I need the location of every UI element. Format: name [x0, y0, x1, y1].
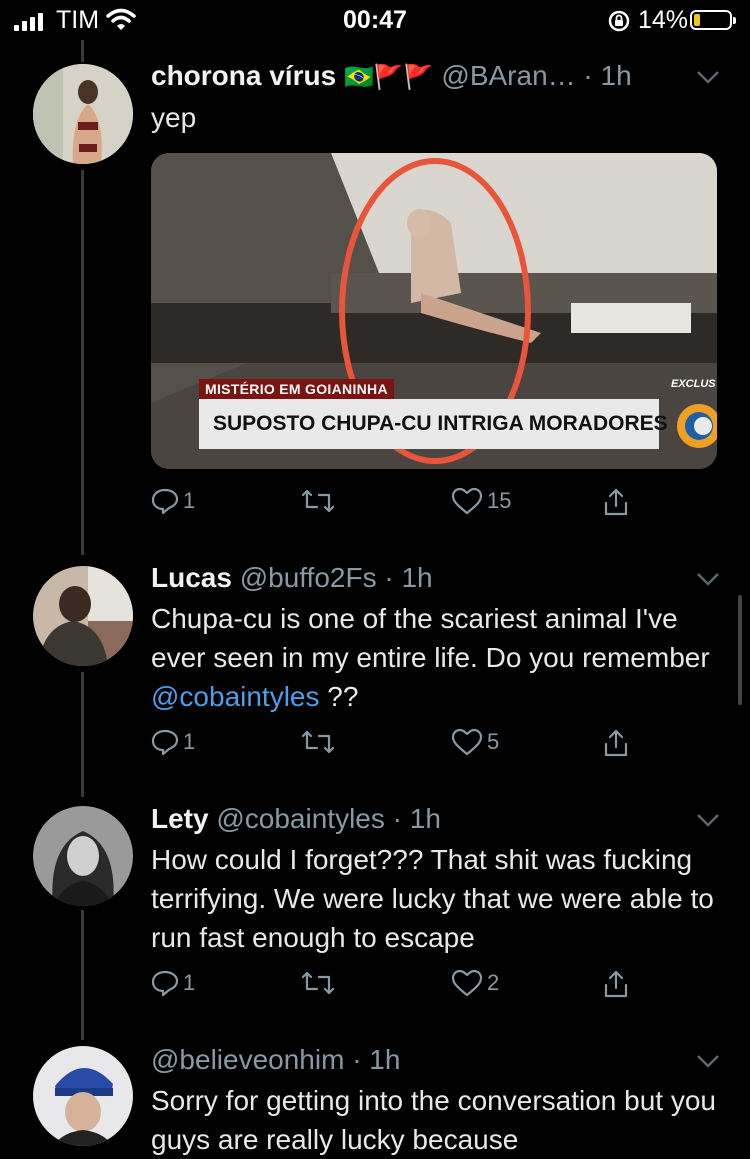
handle[interactable]: @cobaintyles	[216, 803, 385, 834]
reply-count: 1	[183, 970, 196, 995]
thread-line	[81, 170, 84, 555]
retweet-icon	[301, 489, 335, 513]
battery-percentage: 14%	[638, 6, 689, 34]
news-logo-icon	[677, 404, 717, 448]
like-icon	[451, 487, 483, 515]
share-button[interactable]	[601, 728, 631, 758]
share-button[interactable]	[601, 487, 631, 517]
like-button[interactable]: 5	[451, 728, 499, 756]
orientation-lock-icon	[608, 10, 630, 32]
thread-line	[81, 40, 84, 62]
news-headline: SUPOSTO CHUPA-CU INTRIGA MORADORES	[199, 399, 668, 449]
reply-button[interactable]: 1	[151, 728, 195, 756]
like-icon	[451, 969, 483, 997]
thread-line	[81, 910, 84, 1040]
tweet-text: Sorry for getting into the conversation …	[151, 1085, 716, 1155]
like-button[interactable]: 15	[451, 487, 511, 515]
retweet-button[interactable]	[301, 728, 335, 756]
tweet-text: Chupa-cu is one of the scariest animal I…	[151, 599, 726, 716]
reply-icon	[151, 970, 179, 997]
reply-button[interactable]: 1	[151, 487, 195, 515]
timestamp: · 1h	[352, 1044, 401, 1075]
retweet-button[interactable]	[301, 969, 335, 997]
share-icon	[604, 729, 628, 757]
text-segment: Chupa-cu is one of the scariest animal I…	[151, 603, 710, 673]
retweet-button[interactable]	[301, 487, 335, 515]
share-icon	[604, 488, 628, 516]
timestamp: · 1h	[583, 60, 632, 91]
like-icon	[451, 728, 483, 756]
avatar[interactable]	[33, 806, 133, 906]
reply-count: 1	[183, 729, 196, 754]
tweet-media[interactable]: MISTÉRIO EM GOIANINHA SUPOSTO CHUPA-CU I…	[151, 153, 717, 469]
share-icon	[604, 970, 628, 998]
chevron-down-icon[interactable]	[696, 1054, 720, 1068]
retweet-icon	[301, 971, 335, 995]
handle[interactable]: @buffo2Fs	[240, 562, 377, 593]
share-button[interactable]	[601, 969, 631, 999]
display-name[interactable]: chorona vírus	[151, 60, 336, 91]
tweet-text: yep	[151, 102, 197, 133]
news-corner-label: EXCLUS	[671, 378, 716, 390]
flag-emojis: 🇧🇷🚩🚩	[343, 64, 434, 91]
thread-line	[81, 672, 84, 797]
like-button[interactable]: 2	[451, 969, 499, 997]
avatar[interactable]	[33, 1046, 133, 1146]
reply-icon	[151, 729, 179, 756]
status-bar: TIM 00:47 14%	[0, 0, 750, 40]
reply-button[interactable]: 1	[151, 969, 195, 997]
reply-icon	[151, 488, 179, 515]
avatar[interactable]	[33, 566, 133, 666]
chevron-down-icon[interactable]	[696, 813, 720, 827]
retweet-icon	[301, 730, 335, 754]
handle[interactable]: @believeonhim	[151, 1044, 344, 1075]
reply-count: 1	[183, 488, 196, 513]
display-name[interactable]: Lety	[151, 803, 209, 834]
tweet-actions: 1 15	[151, 487, 641, 523]
chevron-down-icon[interactable]	[696, 70, 720, 84]
news-top-label: MISTÉRIO EM GOIANINHA	[199, 379, 394, 399]
timestamp: · 1h	[392, 803, 441, 834]
timestamp: · 1h	[384, 562, 433, 593]
mention-link[interactable]: @cobaintyles	[151, 681, 320, 712]
handle[interactable]: @BAran…	[441, 60, 575, 91]
tweet-actions: 1 5	[151, 728, 641, 764]
avatar[interactable]	[33, 64, 133, 164]
tweet-actions: 1 2	[151, 969, 641, 1005]
like-count: 15	[487, 488, 512, 513]
text-segment: ??	[319, 681, 359, 712]
battery-icon	[690, 10, 736, 30]
display-name[interactable]: Lucas	[151, 562, 232, 593]
like-count: 5	[487, 729, 500, 754]
like-count: 2	[487, 970, 500, 995]
scrollbar[interactable]	[738, 595, 742, 705]
chevron-down-icon[interactable]	[696, 572, 720, 586]
tweet-text: How could I forget??? That shit was fuck…	[151, 844, 714, 953]
